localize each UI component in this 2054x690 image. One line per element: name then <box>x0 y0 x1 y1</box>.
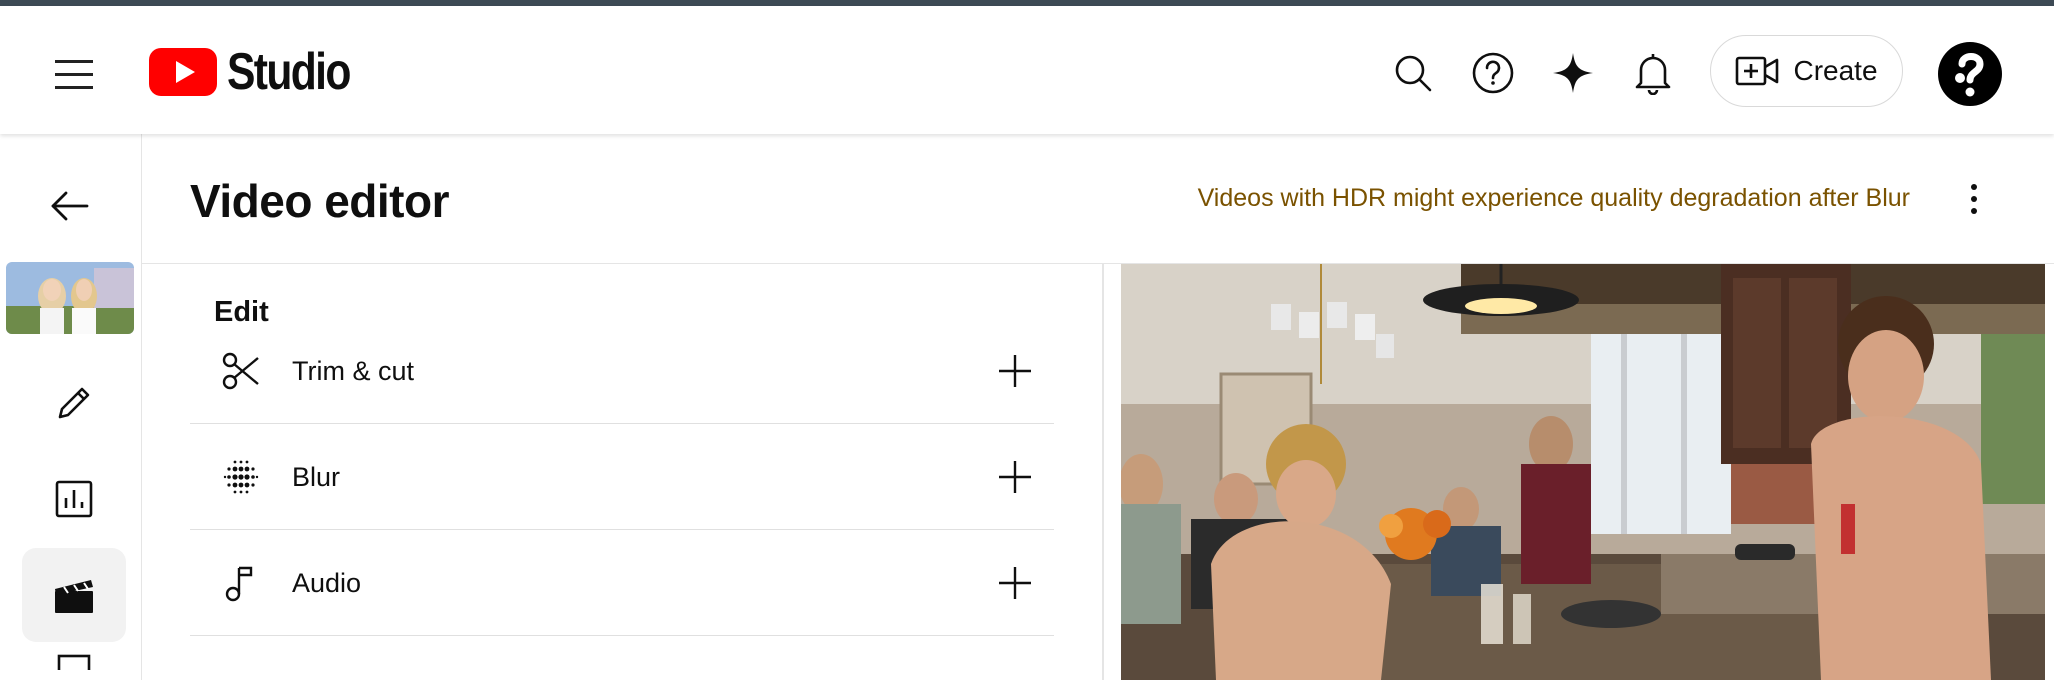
add-audio-icon[interactable] <box>994 562 1036 604</box>
add-blur-icon[interactable] <box>994 456 1036 498</box>
panel-divider <box>1102 264 1104 680</box>
youtube-play-icon <box>149 48 217 96</box>
video-thumbnail[interactable] <box>6 262 134 334</box>
tool-label: Blur <box>292 462 341 492</box>
pencil-icon[interactable] <box>22 356 126 450</box>
tool-row-audio[interactable]: Audio <box>190 530 1054 636</box>
music-note-icon <box>218 560 264 606</box>
tool-label: Trim & cut <box>292 356 415 386</box>
tool-row-trim[interactable]: Trim & cut <box>190 318 1054 424</box>
hdr-warning-text: Videos with HDR might experience quality… <box>1197 184 1910 212</box>
studio-logo[interactable]: Studio <box>149 42 377 102</box>
video-preview[interactable] <box>1121 264 2045 680</box>
scissors-icon <box>218 348 264 394</box>
tool-label: Audio <box>292 568 362 598</box>
title-bar: Video editor Videos with HDR might exper… <box>142 134 2054 264</box>
bell-icon[interactable] <box>1623 43 1683 103</box>
app-name: Studio <box>227 43 351 101</box>
left-sidebar <box>0 134 142 680</box>
analytics-icon[interactable] <box>22 452 126 546</box>
clapperboard-icon[interactable] <box>22 548 126 642</box>
tool-row-blur[interactable]: Blur <box>190 424 1054 530</box>
add-video-icon <box>1736 56 1779 86</box>
app-header: Studio Create <box>0 6 2054 134</box>
create-label: Create <box>1793 55 1878 86</box>
blur-dots-icon <box>218 454 264 500</box>
back-arrow-icon[interactable] <box>38 174 102 238</box>
add-trim-icon[interactable] <box>994 350 1036 392</box>
search-icon[interactable] <box>1383 43 1443 103</box>
sparkle-icon[interactable] <box>1543 43 1603 103</box>
video-frame <box>1121 264 2045 680</box>
sidebar-more-icon[interactable] <box>22 650 126 690</box>
menu-icon[interactable] <box>40 40 108 108</box>
edit-panel: Edit Trim & cut Blur Audio <box>142 264 1102 680</box>
help-icon[interactable] <box>1463 43 1523 103</box>
more-options-icon[interactable] <box>1954 174 1994 224</box>
avatar[interactable] <box>1938 42 2002 106</box>
page-title: Video editor <box>190 175 449 227</box>
create-button[interactable]: Create <box>1710 35 1903 107</box>
